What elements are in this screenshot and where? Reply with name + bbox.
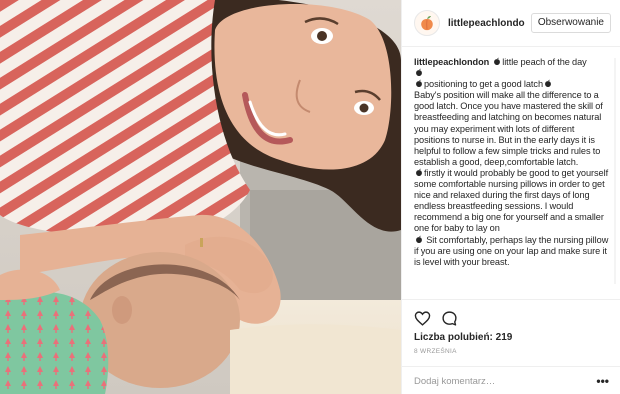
peach-emoji-icon — [415, 79, 423, 88]
like-count[interactable]: Liczba polubień: 219 — [414, 332, 512, 343]
heart-icon[interactable] — [414, 310, 431, 327]
post-username[interactable]: littlepeachlondo — [448, 18, 531, 29]
caption-paragraph: Sit comfortably, perhaps lay the nursing… — [414, 235, 611, 268]
caption-area: littlepeachlondon little peach of the day… — [402, 48, 620, 298]
post-caption: littlepeachlondon little peach of the day… — [414, 57, 611, 268]
comment-input[interactable] — [414, 375, 597, 387]
caption-paragraph: little peach of the day — [492, 57, 587, 67]
caption-paragraph: positioning to get a good latch — [414, 79, 611, 90]
add-comment-bar: ••• — [402, 366, 620, 394]
peach-emoji-icon — [544, 79, 552, 88]
more-options-icon[interactable]: ••• — [596, 375, 609, 387]
post-actions: Liczba polubień: 219 8 WRZEŚNIA ••• — [402, 299, 620, 394]
caption-text: little peach of the day — [502, 57, 587, 67]
peach-logo-icon[interactable] — [414, 10, 440, 36]
caption-text: Baby's position will make all the differ… — [414, 90, 603, 167]
following-button[interactable]: Obserwowanie — [530, 13, 611, 33]
caption-text: positioning to get a good latch — [424, 79, 544, 90]
post-side-panel: littlepeachlondo Obserwowanie littlepeac… — [401, 0, 620, 394]
caption-paragraph: firstly it would probably be good to get… — [414, 168, 611, 235]
peach-emoji-icon — [415, 68, 423, 77]
peach-emoji-icon — [493, 57, 501, 66]
caption-paragraph — [414, 68, 611, 79]
post-date[interactable]: 8 WRZEŚNIA — [414, 348, 457, 355]
comment-bubble-icon[interactable] — [441, 310, 458, 327]
caption-paragraph: Baby's position will make all the differ… — [414, 90, 611, 168]
caption-scrollbar[interactable] — [614, 58, 616, 284]
post-header: littlepeachlondo Obserwowanie — [402, 0, 620, 47]
caption-text: Sit comfortably, perhaps lay the nursing… — [414, 234, 609, 267]
post-photo[interactable] — [0, 0, 401, 394]
caption-text: firstly it would probably be good to get… — [414, 167, 609, 234]
peach-emoji-icon — [415, 235, 423, 244]
peach-emoji-icon — [415, 168, 423, 177]
breastfeeding-photo — [0, 0, 401, 394]
caption-username[interactable]: littlepeachlondon — [414, 57, 489, 67]
